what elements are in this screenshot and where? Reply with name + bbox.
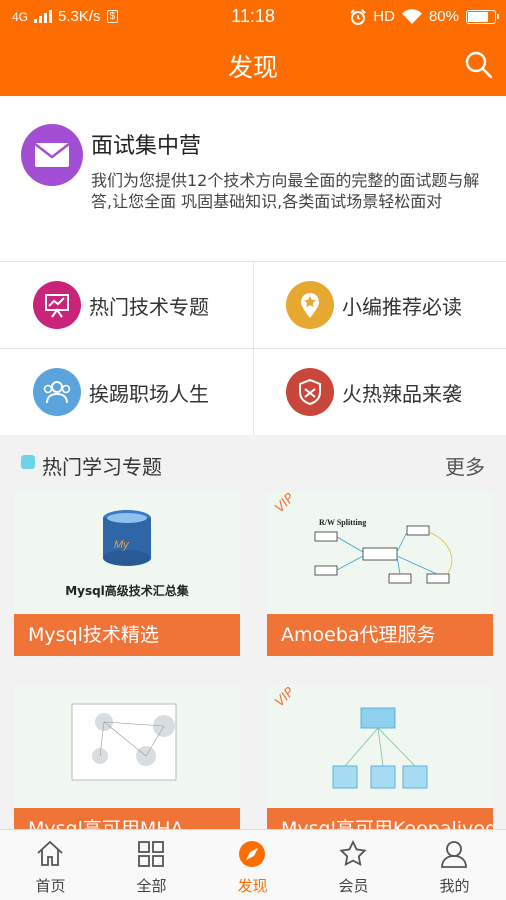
section-marker [21, 455, 35, 469]
tab-all[interactable]: 全部 [101, 830, 202, 900]
presentation-icon [33, 281, 81, 329]
course-card[interactable]: R/W Splitting VIP Amoeba代理服务 [267, 492, 493, 656]
course-thumbnail-caption: Mysql高级技术汇总集 [65, 584, 189, 598]
status-bar: 4G 5.3K/s $ 11:18 HD 80% [0, 0, 506, 34]
tab-label: 首页 [35, 877, 66, 895]
home-icon [37, 840, 63, 866]
grid-icon [138, 841, 164, 867]
tab-bar: 首页 全部 发现 会员 我的 [0, 829, 506, 900]
search-icon[interactable] [464, 50, 494, 80]
people-icon [33, 368, 81, 416]
quick-links: 热门技术专题 小编推荐必读 挨踢职场人生 火热辣品来袭 [0, 262, 506, 435]
star-icon [339, 839, 367, 867]
course-title: Mysql技术精选 [14, 614, 240, 656]
promo-title: 面试集中营 [91, 134, 202, 159]
tab-profile[interactable]: 我的 [404, 830, 505, 900]
course-card[interactable]: VIP Mysql高可用Keepalived [267, 686, 493, 850]
hd-label: HD [373, 8, 395, 25]
mail-icon [21, 124, 83, 186]
svg-text:My: My [114, 539, 130, 551]
tab-label: 会员 [338, 877, 369, 895]
shield-icon [286, 368, 334, 416]
promo-description: 我们为您提供12个技术方向最全面的完整的面试题与解答,让您全面 巩固基础知识,各… [91, 171, 480, 211]
course-title: Amoeba代理服务 [267, 614, 493, 656]
course-thumbnail [14, 686, 240, 808]
interview-promo[interactable]: 面试集中营 我们为您提供12个技术方向最全面的完整的面试题与解答,让您全面 巩固… [0, 96, 506, 262]
tab-label: 全部 [136, 877, 167, 895]
course-thumbnail: VIP [267, 686, 493, 808]
tab-home[interactable]: 首页 [0, 830, 101, 900]
page-title: 发现 [227, 53, 278, 82]
section-header: 热门学习专题 更多 [0, 436, 506, 492]
wifi-icon [401, 9, 422, 24]
course-card[interactable]: Mysql高可用MHA [14, 686, 240, 850]
quick-link-career[interactable]: 挨踢职场人生 [0, 349, 253, 435]
person-icon [441, 841, 467, 868]
quick-link-label: 热门技术专题 [89, 294, 209, 319]
quick-link-label: 小编推荐必读 [342, 294, 462, 319]
course-thumbnail: My Mysql高级技术汇总集 [14, 492, 240, 614]
quick-link-label: 挨踢职场人生 [89, 381, 209, 406]
location-star-icon [286, 281, 334, 329]
battery-percent: 80% [428, 8, 459, 25]
nav-bar: 发现 [0, 34, 506, 96]
quick-link-label: 火热辣品来袭 [342, 381, 462, 406]
tab-label: 发现 [237, 877, 268, 895]
tab-discover[interactable]: 发现 [202, 830, 303, 900]
section-title: 热门学习专题 [42, 455, 162, 479]
compass-icon [239, 841, 265, 867]
battery-icon [466, 9, 499, 24]
more-link[interactable]: 更多 [445, 451, 485, 480]
grid-divider [0, 348, 506, 349]
course-thumbnail: R/W Splitting VIP [267, 492, 493, 614]
tab-label: 我的 [439, 877, 470, 895]
diagram-title: R/W Splitting [319, 518, 367, 527]
alarm-icon [350, 8, 367, 25]
course-card[interactable]: My Mysql高级技术汇总集 Mysql技术精选 [14, 492, 240, 656]
quick-link-hot-items[interactable]: 火热辣品来袭 [253, 349, 506, 435]
quick-link-hot-topics[interactable]: 热门技术专题 [0, 262, 253, 348]
tab-member[interactable]: 会员 [303, 830, 404, 900]
quick-link-editor-picks[interactable]: 小编推荐必读 [253, 262, 506, 348]
